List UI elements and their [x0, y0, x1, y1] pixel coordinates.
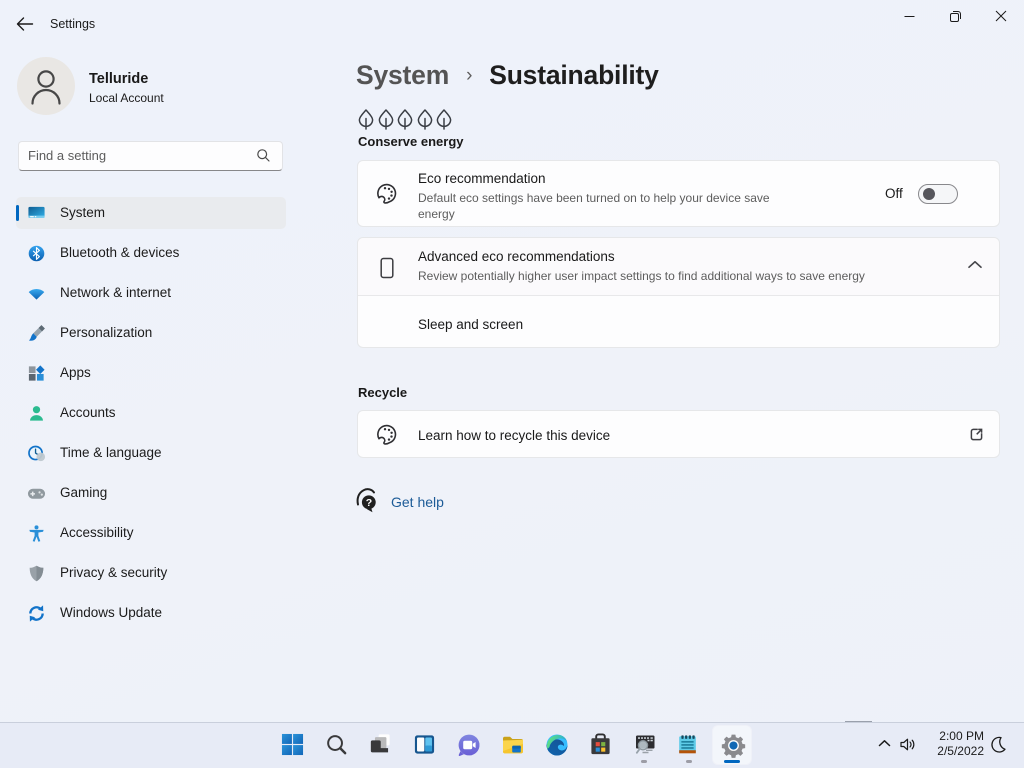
svg-text:?: ?: [366, 497, 372, 509]
